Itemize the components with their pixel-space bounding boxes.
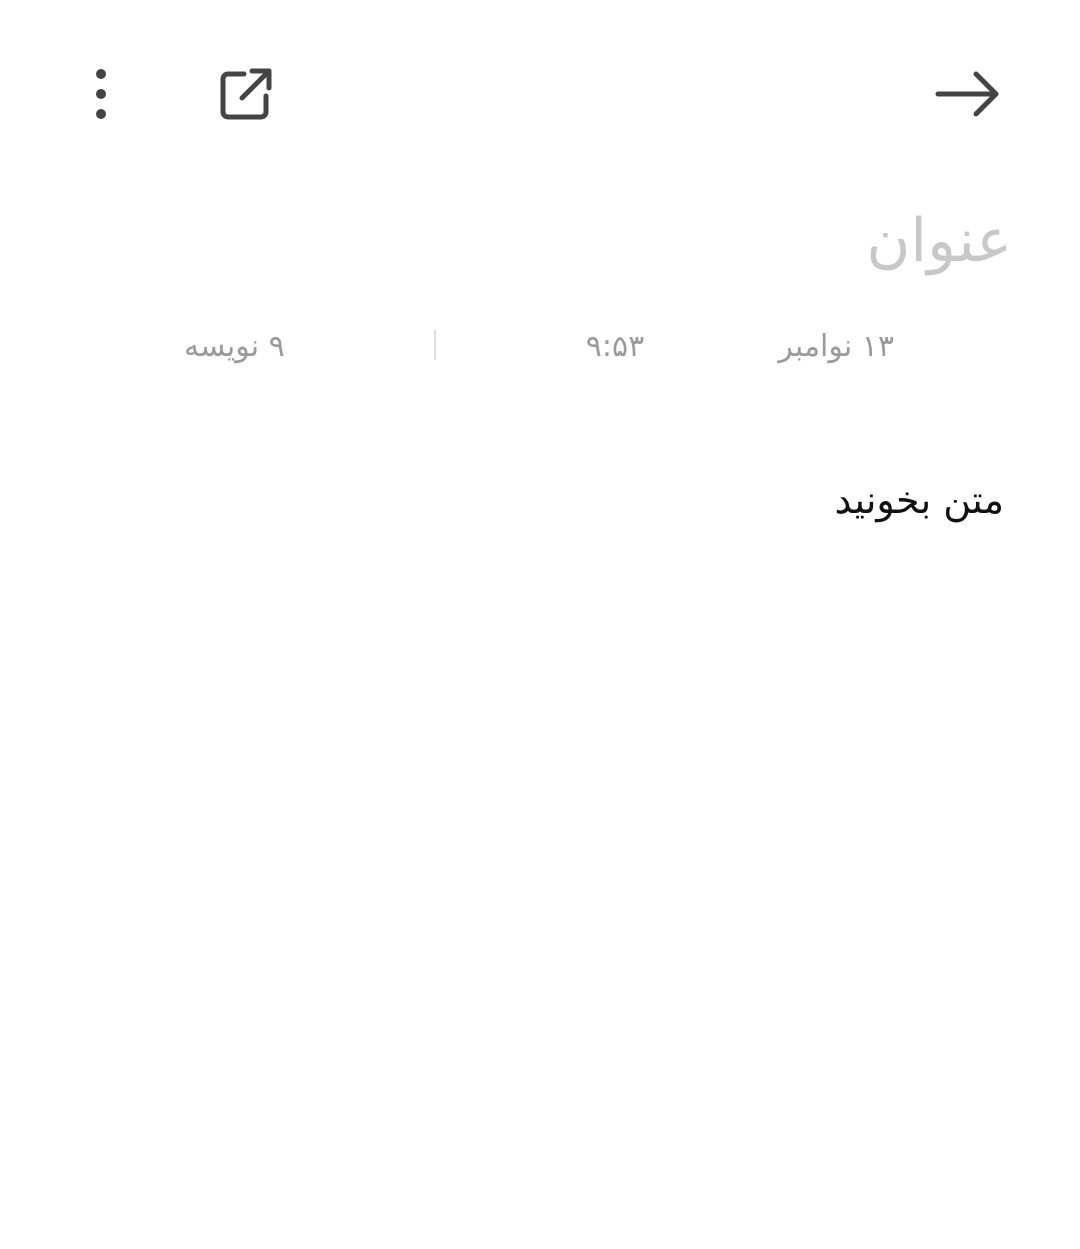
more-options-button[interactable] xyxy=(66,58,136,130)
note-date: ۱۳ نوامبر xyxy=(778,329,894,364)
note-meta-row: ۱۳ نوامبر ۹:۵۳ ۹ نویسه xyxy=(0,322,1080,372)
open-external-button[interactable] xyxy=(208,58,284,130)
top-toolbar xyxy=(0,0,1080,190)
meta-divider xyxy=(434,330,436,360)
note-character-count: ۹ نویسه xyxy=(184,329,285,364)
back-button[interactable] xyxy=(926,58,1010,130)
open-external-icon xyxy=(220,68,272,120)
more-vert-icon xyxy=(96,69,106,119)
note-title-field[interactable]: عنوان xyxy=(512,196,1012,286)
arrow-right-icon xyxy=(935,71,999,117)
note-time: ۹:۵۳ xyxy=(585,329,645,364)
note-body-field[interactable]: متن بخونید xyxy=(204,468,1004,532)
